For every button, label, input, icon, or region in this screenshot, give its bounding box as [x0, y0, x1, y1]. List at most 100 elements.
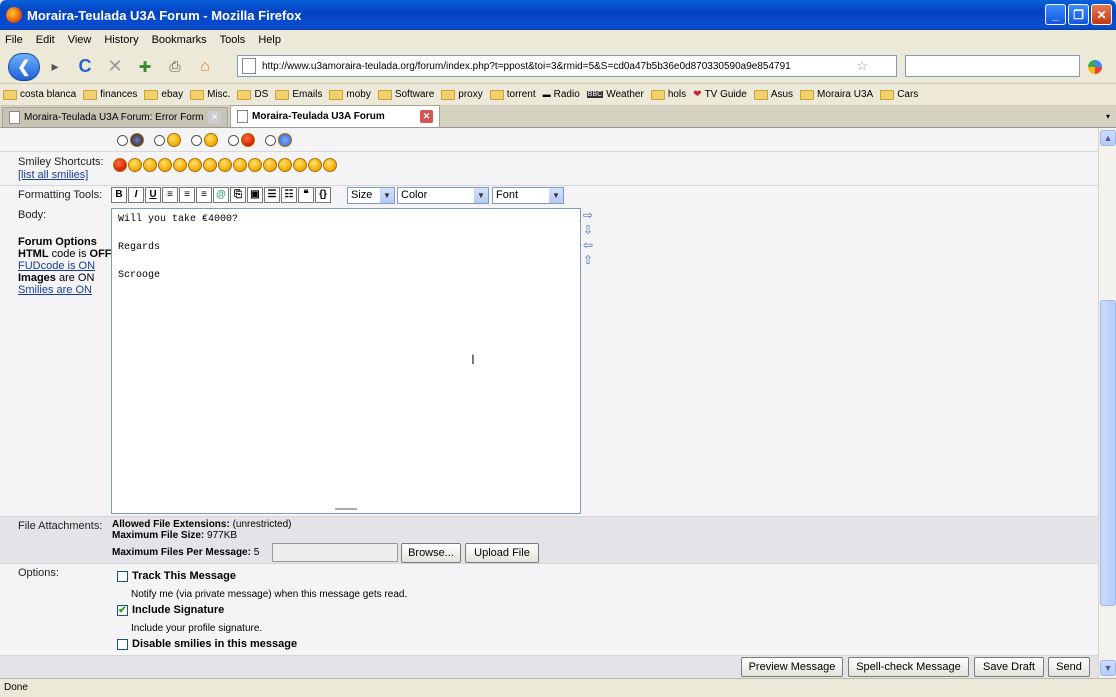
tab-list-icon[interactable]: ▾ — [1106, 112, 1110, 121]
bookmark-item[interactable]: ▬ Radio — [543, 89, 580, 100]
smiley-icon[interactable] — [203, 158, 217, 172]
ordered-list-icon[interactable]: ☰ — [264, 187, 280, 203]
google-icon[interactable] — [1088, 60, 1102, 74]
align-left-icon[interactable]: ≡ — [162, 187, 178, 203]
stop-icon[interactable]: ✕ — [100, 53, 130, 81]
bookmark-folder[interactable]: Software — [377, 89, 434, 100]
smiley-icon[interactable] — [173, 158, 187, 172]
bookmark-folder[interactable]: moby — [329, 89, 371, 100]
smiley-icon[interactable] — [143, 158, 157, 172]
menu-bookmarks[interactable]: Bookmarks — [152, 34, 207, 46]
url-icon[interactable]: ⎘ — [230, 187, 246, 203]
reload-icon[interactable]: C — [70, 53, 100, 81]
smiley-icon[interactable] — [293, 158, 307, 172]
size-select[interactable]: Size ▼ — [347, 187, 395, 204]
bookmark-folder[interactable]: Cars — [880, 89, 918, 100]
home-icon[interactable]: ⌂ — [190, 53, 220, 81]
menu-edit[interactable]: Edit — [36, 34, 55, 46]
vertical-scrollbar[interactable]: ▲ ▼ — [1098, 128, 1116, 678]
radio-option[interactable] — [265, 134, 277, 146]
scroll-up-icon[interactable]: ▲ — [1100, 130, 1116, 146]
fudcode-link[interactable]: FUDcode is ON — [18, 260, 112, 272]
upload-file-button[interactable]: Upload File — [465, 543, 539, 563]
menu-history[interactable]: History — [104, 34, 138, 46]
underline-icon[interactable]: U — [145, 187, 161, 203]
resize-grip[interactable] — [335, 508, 357, 510]
arrow-right-icon[interactable]: ⇨ — [583, 208, 593, 223]
arrow-left-icon[interactable]: ⇦ — [583, 238, 593, 253]
smiley-icon[interactable] — [128, 158, 142, 172]
message-body-textarea[interactable]: Will you take €4000? Regards Scrooge — [111, 208, 581, 514]
menu-tools[interactable]: Tools — [220, 34, 246, 46]
bookmark-folder[interactable]: finances — [83, 89, 137, 100]
smiley-icon[interactable] — [263, 158, 277, 172]
track-message-option[interactable]: Track This Message — [117, 570, 236, 582]
align-center-icon[interactable]: ≡ — [179, 187, 195, 203]
close-window-button[interactable]: ✕ — [1091, 4, 1112, 25]
track-checkbox[interactable] — [117, 570, 128, 582]
maximize-button[interactable]: ❐ — [1068, 4, 1089, 25]
tab-error-form[interactable]: Moraira-Teulada U3A Forum: Error Form ✕ — [2, 107, 228, 127]
radio-option[interactable] — [117, 134, 128, 146]
menu-help[interactable]: Help — [258, 34, 281, 46]
disable-smilies-checkbox[interactable] — [117, 638, 128, 650]
font-select[interactable]: Font ▼ — [492, 187, 564, 204]
bookmark-folder[interactable]: Misc. — [190, 89, 230, 100]
search-input[interactable] — [905, 55, 1080, 77]
smiley-icon[interactable] — [113, 158, 127, 172]
star-icon[interactable]: ☆ — [856, 58, 868, 74]
radio-option[interactable] — [191, 134, 203, 146]
bookmark-folder[interactable]: DS — [237, 89, 268, 100]
preview-message-button[interactable]: Preview Message — [741, 657, 843, 677]
smiley-icon[interactable] — [188, 158, 202, 172]
unordered-list-icon[interactable]: ☷ — [281, 187, 297, 203]
tab-close-icon[interactable]: ✕ — [420, 110, 433, 123]
bookmark-item[interactable]: BBC Weather — [586, 89, 644, 100]
list-smilies-link[interactable]: [list all smilies] — [18, 169, 88, 181]
image-icon[interactable]: ▣ — [247, 187, 263, 203]
bookmark-folder[interactable]: costa blanca — [3, 89, 76, 100]
back-button[interactable]: ❮ — [8, 52, 40, 81]
arrow-down-icon[interactable]: ⇩ — [583, 223, 593, 238]
smiley-icon[interactable] — [218, 158, 232, 172]
code-icon[interactable]: {} — [315, 187, 331, 203]
send-button[interactable]: Send — [1048, 657, 1090, 677]
radio-option[interactable] — [154, 134, 166, 146]
bookmark-folder[interactable]: ebay — [144, 89, 183, 100]
smiley-icon[interactable] — [278, 158, 292, 172]
save-draft-button[interactable]: Save Draft — [974, 657, 1044, 677]
radio-option[interactable] — [228, 134, 240, 146]
bookmark-folder[interactable]: Asus — [753, 89, 793, 100]
email-icon[interactable]: @ — [213, 187, 229, 203]
smiley-icon[interactable] — [233, 158, 247, 172]
scroll-down-icon[interactable]: ▼ — [1100, 660, 1116, 676]
include-signature-option[interactable]: ✔ Include Signature — [117, 604, 224, 616]
bookmark-item[interactable]: ❤ TV Guide — [693, 89, 747, 100]
browse-button[interactable]: Browse... — [401, 543, 461, 563]
url-bar[interactable]: http://www.u3amoraira-teulada.org/forum/… — [237, 55, 897, 77]
forward-button[interactable]: ▸ — [40, 53, 70, 81]
signature-checkbox[interactable]: ✔ — [117, 604, 128, 616]
scroll-thumb[interactable] — [1100, 300, 1116, 606]
menu-file[interactable]: File — [5, 34, 23, 46]
print-icon[interactable]: ⎙ — [160, 53, 190, 81]
bold-icon[interactable]: B — [111, 187, 127, 203]
add-page-icon[interactable]: ✚ — [130, 53, 160, 81]
bookmark-folder[interactable]: torrent — [489, 89, 536, 100]
menu-view[interactable]: View — [68, 34, 92, 46]
align-right-icon[interactable]: ≡ — [196, 187, 212, 203]
minimize-button[interactable]: _ — [1045, 4, 1066, 25]
bookmark-folder[interactable]: Moraira U3A — [800, 89, 873, 100]
spell-check-button[interactable]: Spell-check Message — [848, 657, 969, 677]
smiley-icon[interactable] — [308, 158, 322, 172]
italic-icon[interactable]: I — [128, 187, 144, 203]
bookmark-folder[interactable]: Emails — [275, 89, 322, 100]
smiley-icon[interactable] — [323, 158, 337, 172]
quote-icon[interactable]: ❝ — [298, 187, 314, 203]
tab-forum[interactable]: Moraira-Teulada U3A Forum ✕ — [230, 105, 440, 127]
file-path-input[interactable] — [272, 543, 398, 562]
bookmark-folder[interactable]: proxy — [441, 89, 483, 100]
smiley-icon[interactable] — [158, 158, 172, 172]
arrow-up-icon[interactable]: ⇧ — [583, 253, 593, 268]
bookmark-folder[interactable]: hols — [650, 89, 686, 100]
